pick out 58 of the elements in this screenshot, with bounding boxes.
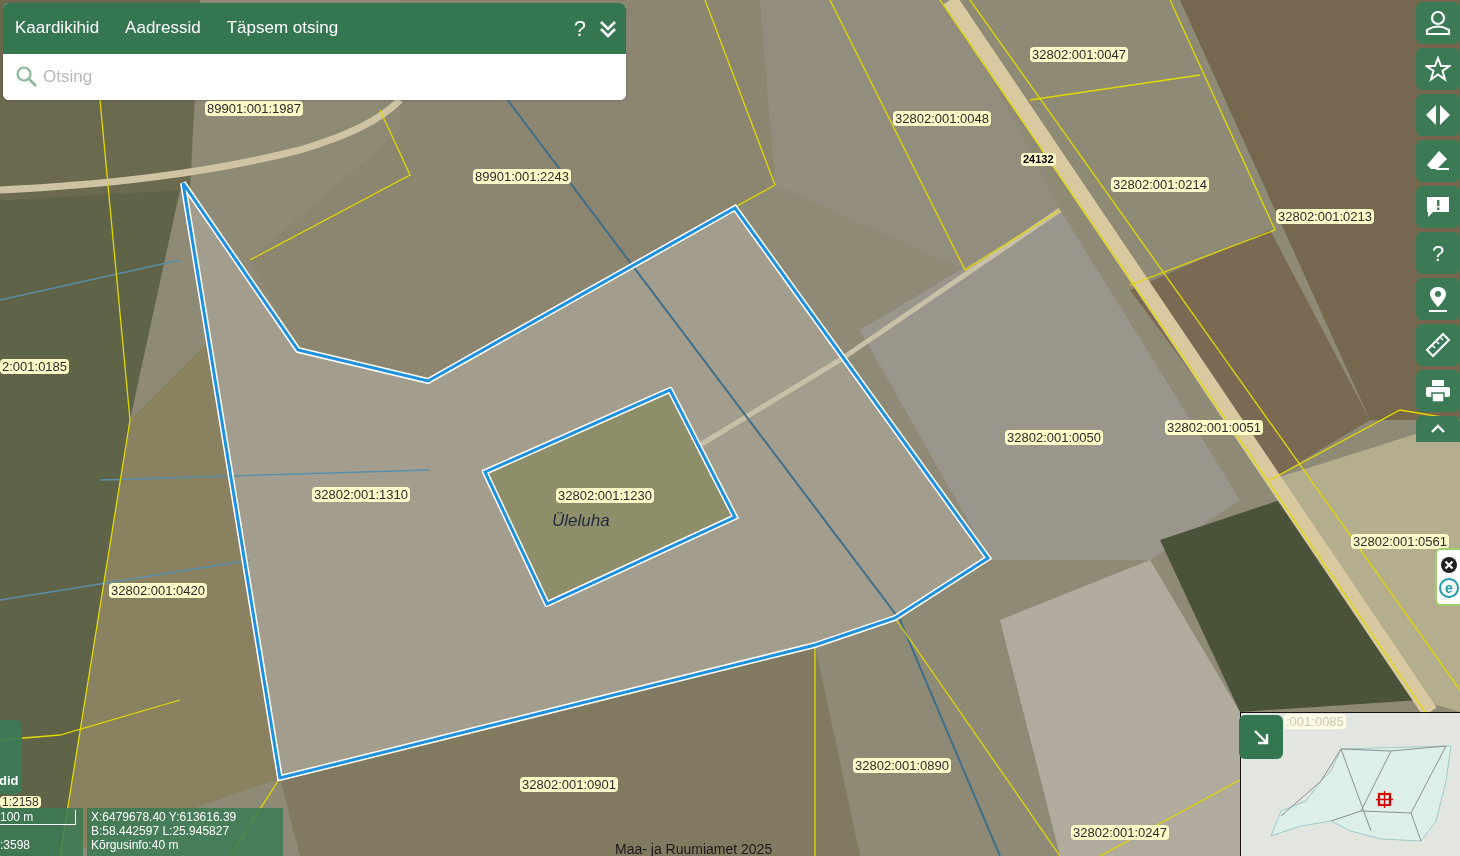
location-marker-icon bbox=[1376, 791, 1393, 808]
attribution-text: Maa- ja Ruumiamet 2025 bbox=[615, 840, 773, 856]
road-number-label: 24132 bbox=[1021, 153, 1056, 166]
parcel-label: 32802:001:0214 bbox=[1111, 177, 1209, 192]
eraser-button[interactable] bbox=[1416, 140, 1460, 182]
user-button[interactable] bbox=[1416, 2, 1460, 44]
measure-button[interactable] bbox=[1416, 324, 1460, 366]
arrow-down-right-icon bbox=[1252, 728, 1270, 746]
parcel-label: 32802:001:0047 bbox=[1030, 47, 1128, 62]
parcel-label: 32802:001:0561 bbox=[1351, 534, 1449, 549]
parcel-label: 32802:001:1230 bbox=[556, 488, 654, 503]
place-name-label: Üleluha bbox=[552, 511, 610, 530]
parcel-label: 89901:001:1987 bbox=[205, 101, 303, 116]
ruler-icon bbox=[1425, 332, 1451, 358]
scale-bar: 100 m bbox=[0, 810, 76, 825]
print-button[interactable] bbox=[1416, 370, 1460, 412]
parcel-label: 32802:001:0050 bbox=[1005, 430, 1103, 445]
parcel-label: 32802:001:0901 bbox=[520, 777, 618, 792]
split-arrows-icon bbox=[1425, 104, 1451, 126]
expand-overview-button[interactable] bbox=[1239, 715, 1283, 759]
parcel-label: 32802:001:0051 bbox=[1165, 420, 1263, 435]
collapse-toolbar-button[interactable] bbox=[1416, 416, 1460, 442]
scale-label: 1:2158 bbox=[0, 796, 41, 808]
tab[interactable]: Aadressid bbox=[125, 14, 201, 43]
comment-alert-icon bbox=[1425, 194, 1451, 220]
search-icon bbox=[15, 65, 39, 89]
collapse-icon[interactable] bbox=[598, 18, 618, 39]
parcel-label: 32802:001:1310 bbox=[312, 487, 410, 502]
eraser-icon bbox=[1425, 149, 1451, 173]
tab[interactable]: Täpsem otsing bbox=[226, 14, 339, 43]
search-field[interactable]: Otsing bbox=[3, 54, 626, 100]
parcel-label: 32802:001:0247 bbox=[1071, 825, 1169, 840]
help-button[interactable]: ? bbox=[1416, 232, 1460, 274]
coordinate-text: B:58.442597 L:25.945827 bbox=[91, 824, 231, 838]
coordinate-text: X:6479678.40 Y:613616.39 bbox=[91, 810, 238, 824]
parcel-label: 32802:001:0890 bbox=[853, 758, 951, 773]
coordinate-text: Kõrgusinfo:40 m bbox=[91, 838, 180, 852]
close-icon[interactable] bbox=[1440, 556, 1458, 574]
parcel-label: 32802:001:0213 bbox=[1276, 209, 1374, 224]
favorite-button[interactable] bbox=[1416, 48, 1460, 90]
parcel-label: 2:001:0185 bbox=[0, 359, 70, 374]
star-icon bbox=[1425, 56, 1451, 82]
search-input[interactable]: Otsing bbox=[43, 57, 583, 97]
tab[interactable]: Kaardikihid bbox=[15, 14, 100, 43]
scale-ratio: :3598 bbox=[0, 837, 32, 854]
location-button[interactable] bbox=[1416, 278, 1460, 320]
chevron-up-icon bbox=[1430, 424, 1446, 434]
parcel-label: 32802:001:0048 bbox=[893, 111, 991, 126]
parcel-label: 32802:001:0420 bbox=[109, 583, 207, 598]
parcel-label: 89901:001:2243 bbox=[473, 169, 571, 184]
feedback-button[interactable] bbox=[1416, 186, 1460, 228]
compare-button[interactable] bbox=[1416, 94, 1460, 136]
layers-tab[interactable]: did bbox=[0, 720, 22, 794]
logo-badge[interactable]: e bbox=[1439, 578, 1459, 598]
help-button[interactable]: ? bbox=[569, 12, 590, 45]
user-icon bbox=[1424, 10, 1452, 36]
map-pin-icon bbox=[1426, 285, 1450, 313]
printer-icon bbox=[1425, 379, 1451, 403]
